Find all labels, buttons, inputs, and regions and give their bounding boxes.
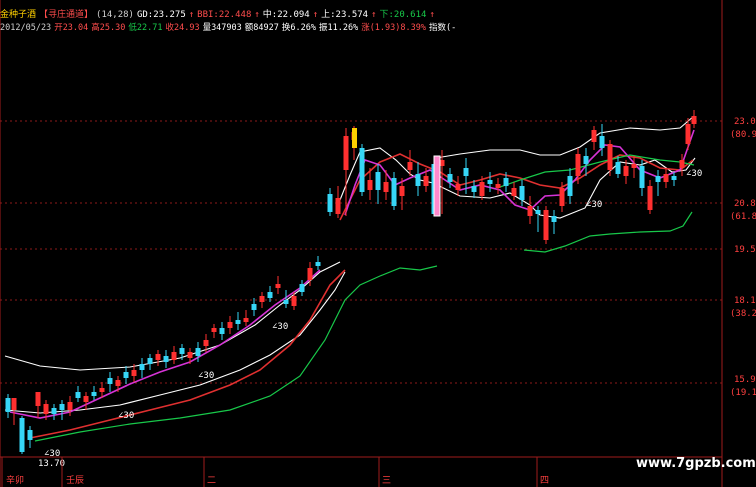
candlestick[interactable] bbox=[5, 394, 11, 418]
price-pct-label: (61.8%) bbox=[730, 212, 756, 222]
candlestick[interactable] bbox=[607, 140, 613, 176]
candlestick[interactable] bbox=[27, 426, 33, 448]
candlestick[interactable] bbox=[147, 354, 153, 370]
candlestick[interactable] bbox=[83, 392, 89, 410]
candlestick[interactable] bbox=[375, 164, 381, 204]
candlestick[interactable] bbox=[163, 350, 169, 368]
candlestick[interactable] bbox=[139, 358, 145, 378]
candlestick[interactable] bbox=[655, 170, 661, 196]
candlestick[interactable] bbox=[327, 188, 333, 216]
candlestick[interactable] bbox=[243, 310, 249, 326]
candlestick[interactable] bbox=[631, 156, 637, 178]
candlestick[interactable] bbox=[527, 196, 533, 224]
candlestick[interactable] bbox=[171, 346, 177, 364]
angle-label: ∠30 bbox=[118, 411, 134, 421]
price-label: 23.08 bbox=[734, 117, 756, 127]
candlestick[interactable] bbox=[19, 416, 25, 454]
angle-label: ∠30 bbox=[198, 371, 214, 381]
candlestick[interactable] bbox=[315, 256, 321, 270]
price-pct-label: (38.2%) bbox=[730, 309, 756, 319]
candlestick[interactable] bbox=[59, 400, 65, 420]
candlestick[interactable] bbox=[227, 316, 233, 334]
candlestick[interactable] bbox=[487, 172, 493, 192]
candlestick[interactable] bbox=[663, 168, 669, 188]
price-pct-label: (19.1%) bbox=[730, 388, 756, 398]
candlestick[interactable] bbox=[251, 298, 257, 316]
price-label: 15.92 bbox=[734, 375, 756, 385]
candlestick[interactable] bbox=[599, 124, 605, 156]
candlestick[interactable] bbox=[211, 324, 217, 338]
upper-band-line bbox=[435, 115, 695, 159]
candlestick[interactable] bbox=[535, 206, 541, 232]
lower-band-inner-line bbox=[499, 154, 695, 188]
candlestick[interactable] bbox=[551, 210, 557, 234]
price-label: 19.50 bbox=[734, 245, 756, 255]
candlestick[interactable] bbox=[543, 206, 549, 244]
candlestick[interactable] bbox=[583, 148, 589, 176]
candlestick[interactable] bbox=[75, 386, 81, 402]
angle-label: ∠30 bbox=[44, 449, 60, 459]
highlight-candle[interactable] bbox=[433, 155, 441, 217]
candlestick[interactable] bbox=[107, 372, 113, 392]
kline-chart[interactable]: ∠30 ∠30 ∠30 ∠30 ∠30 ∠30 13.70 23.08 (80.… bbox=[0, 0, 756, 487]
date-label: 辛卯 bbox=[6, 474, 24, 486]
angle-label: ∠30 bbox=[686, 169, 702, 179]
candlestick[interactable] bbox=[691, 110, 697, 128]
date-label: 壬辰 bbox=[66, 475, 84, 486]
low-price-label: 13.70 bbox=[38, 459, 65, 469]
candlestick[interactable] bbox=[299, 280, 305, 296]
candlestick[interactable] bbox=[415, 162, 421, 196]
candlestick[interactable] bbox=[455, 176, 461, 196]
candlestick[interactable] bbox=[51, 404, 57, 420]
candlestick[interactable] bbox=[275, 276, 281, 294]
price-label: 20.87 bbox=[734, 199, 756, 209]
candlestick[interactable] bbox=[591, 126, 597, 150]
candlestick[interactable] bbox=[259, 292, 265, 308]
candlestick[interactable] bbox=[615, 156, 621, 178]
date-label: 三 bbox=[382, 476, 391, 486]
date-label: 二 bbox=[207, 476, 216, 486]
candlestick[interactable] bbox=[335, 186, 341, 218]
highlight-candle[interactable] bbox=[352, 128, 357, 148]
candlestick[interactable] bbox=[35, 392, 41, 418]
candlestick[interactable] bbox=[155, 350, 161, 366]
angle-label: ∠30 bbox=[586, 200, 602, 210]
watermark-text: www.7gpzb.com bbox=[636, 456, 756, 471]
candlestick[interactable] bbox=[359, 144, 365, 196]
lower-band-line bbox=[523, 211, 693, 253]
candlestick[interactable] bbox=[495, 178, 501, 194]
candlestick[interactable] bbox=[11, 398, 17, 425]
lower-band-line bbox=[34, 265, 438, 442]
angle-label: ∠30 bbox=[272, 322, 288, 332]
candlestick[interactable] bbox=[235, 312, 241, 330]
candlestick[interactable] bbox=[91, 386, 97, 400]
candlestick[interactable] bbox=[291, 292, 297, 310]
price-pct-label: (80.9%) bbox=[730, 130, 756, 140]
candlestick[interactable] bbox=[511, 182, 517, 200]
price-label: 18.13 bbox=[734, 296, 756, 306]
bbi-line bbox=[9, 269, 321, 419]
candlestick[interactable] bbox=[391, 172, 397, 210]
candlestick[interactable] bbox=[219, 322, 225, 340]
date-label: 四 bbox=[540, 476, 549, 486]
candlestick[interactable] bbox=[567, 168, 573, 204]
candlestick[interactable] bbox=[519, 180, 525, 206]
candlestick[interactable] bbox=[647, 180, 653, 214]
candlestick[interactable] bbox=[671, 172, 677, 186]
candlestick[interactable] bbox=[123, 366, 129, 384]
